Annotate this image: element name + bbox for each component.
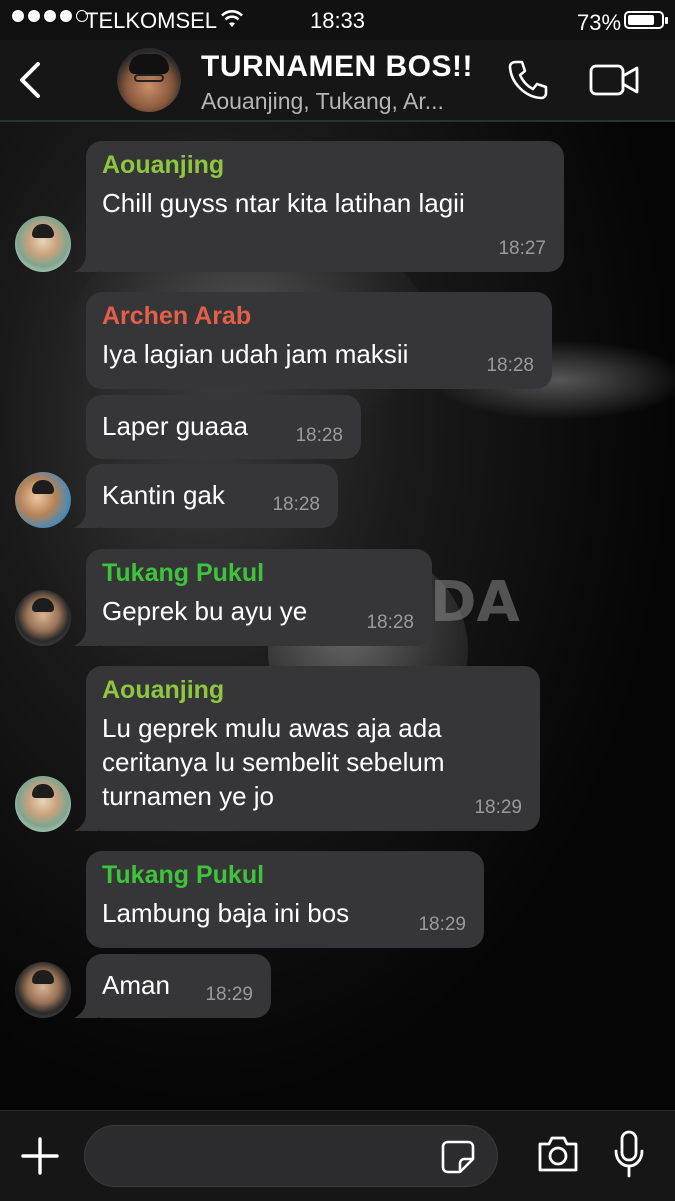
chat-header: TURNAMEN BOS!! Aouanjing, Tukang, Ar... bbox=[0, 40, 675, 122]
message-bubble[interactable]: Tukang Pukul Lambung baja ini bos 18:29 bbox=[86, 851, 484, 948]
message-input[interactable] bbox=[84, 1125, 498, 1187]
message-sender: Archen Arab bbox=[102, 302, 252, 330]
message-bubble[interactable]: Laper guaaa 18:28 bbox=[86, 395, 361, 459]
message-sender: Tukang Pukul bbox=[102, 559, 265, 587]
avatar[interactable] bbox=[15, 962, 71, 1018]
battery-icon bbox=[624, 11, 668, 29]
group-avatar[interactable] bbox=[117, 48, 181, 112]
group-members[interactable]: Aouanjing, Tukang, Ar... bbox=[201, 88, 444, 115]
message-text: Chill guyss ntar kita latihan lagii bbox=[102, 188, 465, 218]
message-bubble[interactable]: Tukang Pukul Geprek bu ayu ye 18:28 bbox=[74, 549, 432, 646]
microphone-icon[interactable] bbox=[612, 1129, 646, 1179]
message-time: 18:29 bbox=[205, 984, 253, 1005]
message-text: Lu geprek mulu awas aja ada ceritanya lu… bbox=[102, 713, 445, 811]
back-icon[interactable] bbox=[14, 58, 50, 102]
message-time: 18:28 bbox=[486, 355, 534, 376]
message-sender: Aouanjing bbox=[102, 151, 225, 179]
message-time: 18:28 bbox=[366, 612, 414, 633]
avatar[interactable] bbox=[15, 216, 71, 272]
message-time: 18:27 bbox=[498, 238, 546, 259]
avatar[interactable] bbox=[15, 472, 71, 528]
camera-icon[interactable] bbox=[536, 1134, 580, 1174]
message-sender: Aouanjing bbox=[102, 676, 225, 704]
message-bubble[interactable]: Aman 18:29 bbox=[74, 954, 271, 1018]
group-title[interactable]: TURNAMEN BOS!! bbox=[201, 50, 473, 84]
message-text: Iya lagian udah jam maksii bbox=[102, 339, 409, 369]
message-time: 18:29 bbox=[418, 914, 466, 935]
background-sign-text: DA bbox=[430, 570, 520, 635]
message-bubble[interactable]: Archen Arab Iya lagian udah jam maksii 1… bbox=[86, 292, 552, 389]
avatar[interactable] bbox=[15, 776, 71, 832]
video-call-icon[interactable] bbox=[589, 62, 641, 98]
avatar[interactable] bbox=[15, 590, 71, 646]
status-time: 18:33 bbox=[309, 8, 366, 33]
plus-icon[interactable] bbox=[20, 1136, 60, 1176]
composer-bar bbox=[0, 1110, 675, 1201]
message-time: 18:28 bbox=[295, 425, 343, 446]
message-bubble[interactable]: Aouanjing Lu geprek mulu awas aja ada ce… bbox=[74, 666, 540, 831]
sticker-icon[interactable] bbox=[440, 1139, 476, 1175]
phone-icon[interactable] bbox=[506, 58, 550, 102]
battery-percentage: 73% bbox=[577, 10, 622, 35]
message-bubble[interactable]: Kantin gak 18:28 bbox=[74, 464, 338, 528]
message-sender: Tukang Pukul bbox=[102, 861, 265, 889]
message-text: Lambung baja ini bos bbox=[102, 898, 350, 928]
message-bubble[interactable]: Aouanjing Chill guyss ntar kita latihan … bbox=[74, 141, 564, 272]
message-time: 18:29 bbox=[474, 797, 522, 818]
message-time: 18:28 bbox=[272, 494, 320, 515]
status-bar: TELKOMSEL 18:33 73% bbox=[0, 0, 675, 40]
